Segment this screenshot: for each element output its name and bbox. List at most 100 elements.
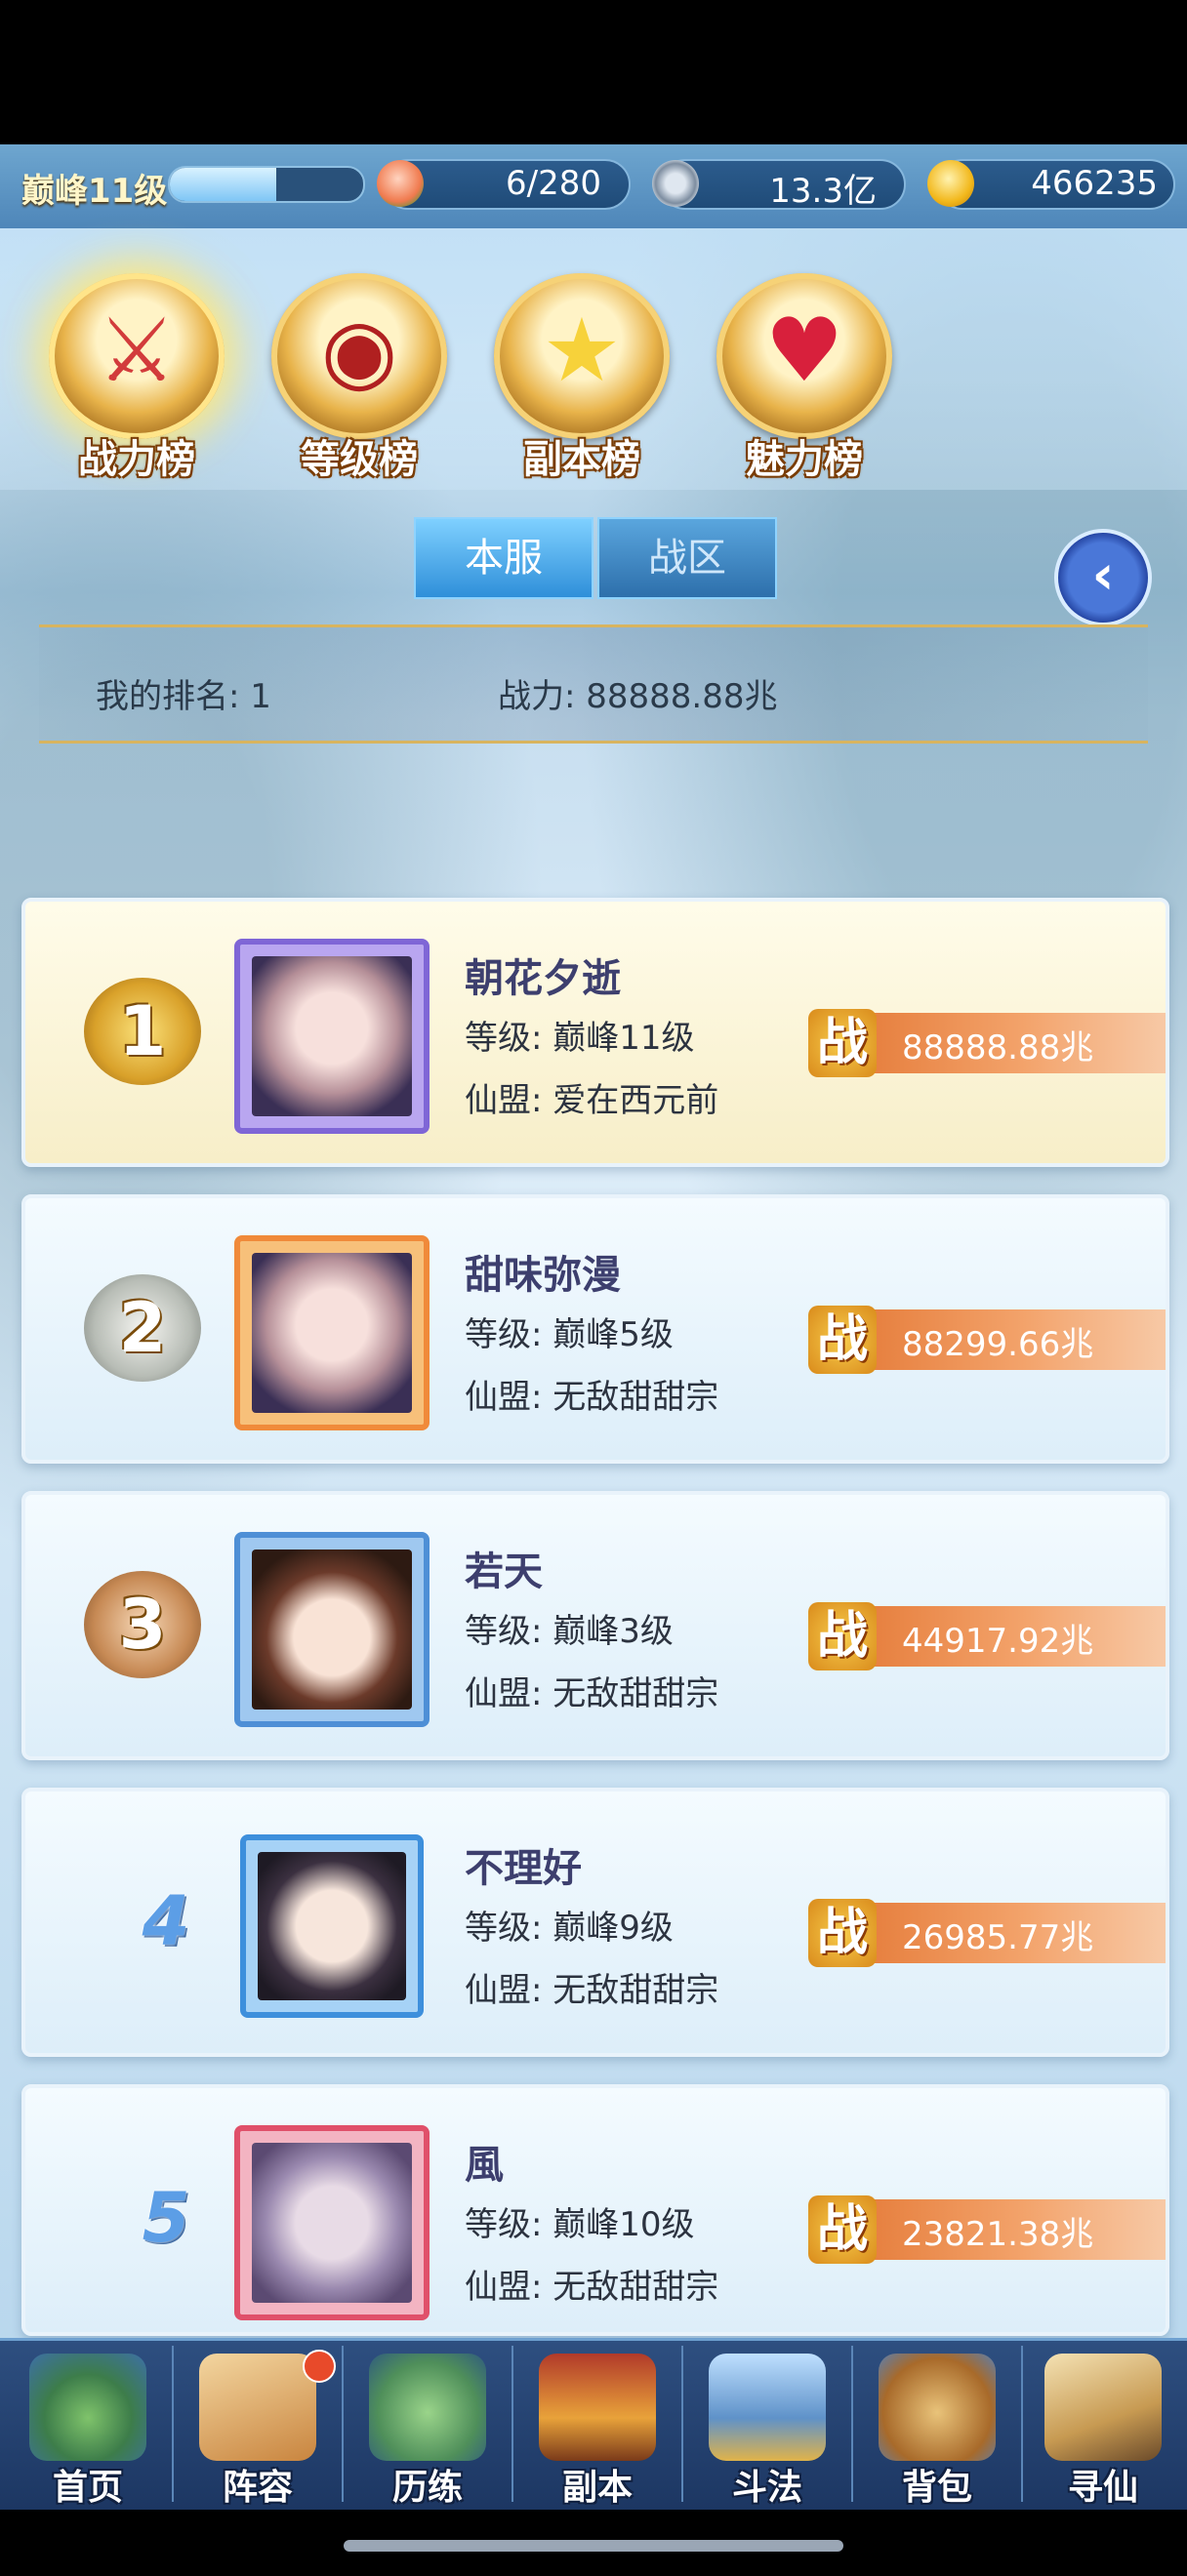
my-rank-label: 我的排名: 1 [96, 677, 271, 716]
power-bar: 战 88299.66兆 [808, 1306, 1166, 1374]
ranking-row[interactable]: 4 不理好 等级: 巅峰9级 仙盟: 无敌甜甜宗 战 26985.77兆 [21, 1788, 1169, 2057]
turtle-icon [369, 2354, 486, 2461]
power-bar: 战 88888.88兆 [808, 1009, 1166, 1077]
rank-number: 5 [142, 2178, 190, 2258]
player-guild: 仙盟: 无敌甜甜宗 [465, 1674, 719, 1713]
status-bar-area [0, 0, 1187, 144]
local-server-tab[interactable]: 本服 [414, 517, 594, 599]
drum-glyph: ◉ [320, 300, 398, 402]
player-level: 等级: 巅峰11级 [465, 1019, 695, 1058]
notification-dot [303, 2350, 336, 2383]
tab-power-ranking[interactable]: ⚔ 战力榜 [33, 254, 240, 488]
power-value: 88299.66兆 [902, 1325, 1094, 1364]
power-bar: 战 23821.38兆 [808, 2195, 1166, 2264]
rank-medal-bronze-icon: 3 [84, 1571, 201, 1678]
nav-label: 副本 [561, 2468, 633, 2508]
ranking-row[interactable]: 5 風 等级: 巅峰10级 仙盟: 无敌甜甜宗 战 23821.38兆 [21, 2084, 1169, 2336]
avatar-portrait [252, 956, 412, 1116]
player-level: 等级: 巅峰3级 [465, 1612, 674, 1651]
tab-label: 等级榜 [301, 437, 418, 482]
backpack-icon [879, 2354, 996, 2461]
player-name: 風 [465, 2143, 504, 2188]
avatar-portrait [252, 1550, 412, 1710]
heart-glyph: ♥ [764, 300, 844, 402]
avatar[interactable] [234, 1235, 430, 1430]
nav-duel[interactable]: 斗法 [683, 2338, 851, 2510]
power-value: 88888.88兆 [902, 1028, 1094, 1067]
player-level: 等级: 巅峰10级 [465, 2205, 695, 2244]
nav-label: 背包 [901, 2468, 972, 2508]
player-guild: 仙盟: 无敌甜甜宗 [465, 1971, 719, 2010]
stars-glyph: ★ [542, 300, 622, 402]
player-guild: 仙盟: 爱在西元前 [465, 1081, 719, 1120]
my-power-label: 战力: 88888.88兆 [498, 677, 778, 716]
tab-label: 战力榜 [78, 437, 195, 482]
ranking-row[interactable]: 1 朝花夕逝 等级: 巅峰11级 仙盟: 爱在西元前 战 88888.88兆 [21, 898, 1169, 1167]
coin-value: 13.3亿 [769, 172, 877, 211]
peach-value: 6/280 [506, 164, 601, 203]
sword-glyph: ⚔ [97, 300, 177, 402]
avatar-portrait [252, 2143, 412, 2303]
nav-training[interactable]: 历练 [344, 2338, 512, 2510]
tower-icon [709, 2354, 826, 2461]
player-name: 朝花夕逝 [465, 956, 621, 1001]
tab-label: 魅力榜 [746, 437, 863, 482]
avatar-portrait [252, 1253, 412, 1413]
nav-label: 首页 [52, 2468, 123, 2508]
exp-bar-fill [170, 168, 276, 201]
nav-label: 寻仙 [1067, 2468, 1138, 2508]
nav-label: 历练 [391, 2468, 463, 2508]
avatar[interactable] [234, 1532, 430, 1727]
power-bar: 战 44917.92兆 [808, 1602, 1166, 1670]
player-level: 等级: 巅峰5级 [465, 1315, 674, 1354]
battle-power-icon: 战 [808, 1306, 877, 1374]
exp-bar [168, 166, 365, 203]
home-indicator[interactable] [344, 2540, 843, 2552]
power-value: 44917.92兆 [902, 1622, 1094, 1661]
gold-value: 466235 [1031, 164, 1158, 203]
nav-label: 斗法 [731, 2468, 802, 2508]
nav-lineup[interactable]: 阵容 [174, 2338, 342, 2510]
avatar[interactable] [240, 1834, 424, 2018]
zone-tab[interactable]: 战区 [597, 517, 777, 599]
tab-charm-ranking[interactable]: ♥ 魅力榜 [701, 254, 908, 488]
battle-power-icon: 战 [808, 1009, 877, 1077]
nav-label: 阵容 [222, 2468, 293, 2508]
nav-seek[interactable]: 寻仙 [1019, 2338, 1187, 2510]
player-guild: 仙盟: 无敌甜甜宗 [465, 2268, 719, 2307]
rank-number: 4 [142, 1881, 190, 1961]
player-level: 等级: 巅峰9级 [465, 1909, 674, 1948]
tab-dungeon-ranking[interactable]: ★ 副本榜 [478, 254, 685, 488]
tab-label: 副本榜 [523, 437, 640, 482]
player-name: 若天 [465, 1550, 543, 1594]
scroll-icon [1044, 2354, 1162, 2461]
avatar-portrait [258, 1852, 406, 2000]
nav-home[interactable]: 首页 [4, 2338, 172, 2510]
nav-backpack[interactable]: 背包 [853, 2338, 1021, 2510]
gold-ingot-icon [927, 160, 974, 207]
rank-medal-gold-icon: 1 [84, 978, 201, 1085]
avatar[interactable] [234, 2125, 430, 2320]
home-island-icon [29, 2354, 146, 2461]
power-bar: 战 26985.77兆 [808, 1899, 1166, 1967]
nav-dungeon[interactable]: 副本 [513, 2338, 681, 2510]
power-value: 23821.38兆 [902, 2215, 1094, 2254]
ranking-row[interactable]: 3 若天 等级: 巅峰3级 仙盟: 无敌甜甜宗 战 44917.92兆 [21, 1491, 1169, 1760]
coin-icon [652, 160, 699, 207]
player-guild: 仙盟: 无敌甜甜宗 [465, 1378, 719, 1417]
temple-gate-icon [539, 2354, 656, 2461]
back-icon[interactable]: ‹ [1054, 529, 1152, 626]
player-level: 巅峰11级 [21, 172, 168, 211]
battle-power-icon: 战 [808, 1602, 877, 1670]
avatar[interactable] [234, 939, 430, 1134]
battle-power-icon: 战 [808, 1899, 877, 1967]
tab-level-ranking[interactable]: ◉ 等级榜 [256, 254, 463, 488]
player-name: 不理好 [465, 1846, 582, 1891]
player-name: 甜味弥漫 [465, 1253, 621, 1298]
rank-medal-silver-icon: 2 [84, 1274, 201, 1382]
ranking-row[interactable]: 2 甜味弥漫 等级: 巅峰5级 仙盟: 无敌甜甜宗 战 88299.66兆 [21, 1194, 1169, 1464]
cards-icon [199, 2354, 316, 2461]
peach-icon [377, 160, 424, 207]
battle-power-icon: 战 [808, 2195, 877, 2264]
power-value: 26985.77兆 [902, 1918, 1094, 1957]
